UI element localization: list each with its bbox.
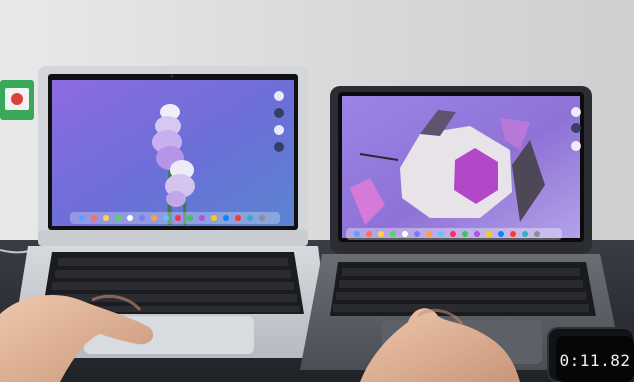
left-laptop-chin [38,230,308,246]
scene-svg [0,0,634,382]
right-desktop-icons [571,107,581,151]
left-camera [170,74,174,78]
photo-scene: 0:11.82 [0,0,634,382]
dock-icon [70,212,280,224]
sticker-icon [0,80,34,120]
stopwatch-time: 0:11.82 [559,350,631,370]
dock-icon [346,228,562,240]
